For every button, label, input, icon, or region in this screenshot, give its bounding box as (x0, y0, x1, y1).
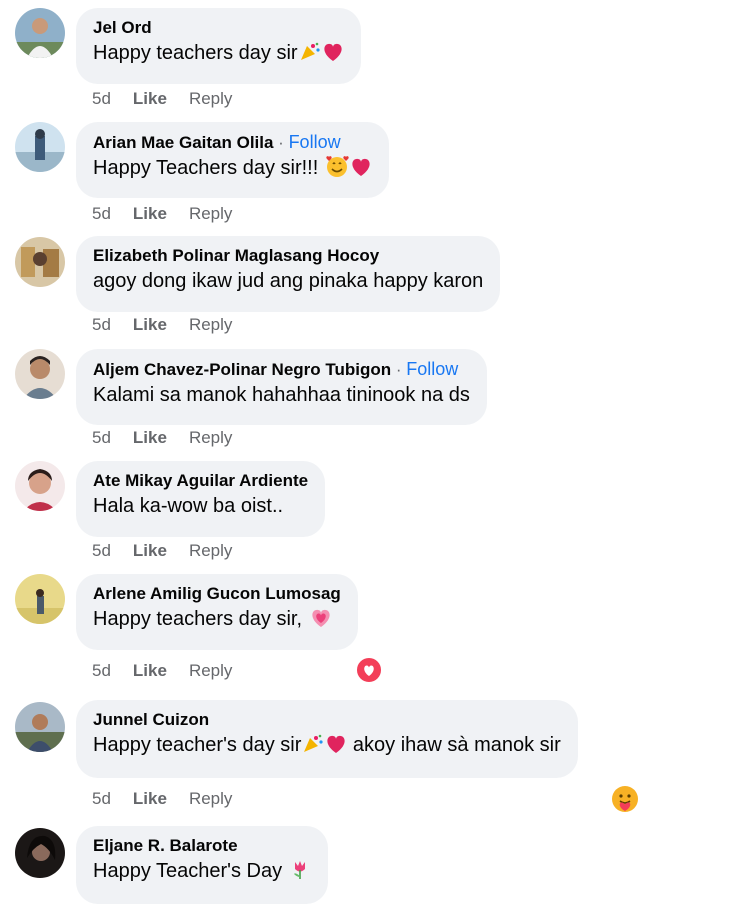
like-button[interactable]: Like (133, 789, 167, 808)
comment-bubble: Arian Mae Gaitan Olila · Follow Happy Te… (76, 122, 389, 198)
avatar[interactable] (15, 461, 65, 511)
reply-button[interactable]: Reply (189, 661, 232, 680)
comment-actions: 5d Like Reply (92, 541, 254, 561)
commenter-name[interactable]: Aljem Chavez-Polinar Negro Tubigon (93, 360, 391, 379)
comment-text: Happy Teacher's Day (93, 860, 288, 882)
comment-bubble: Ate Mikay Aguilar Ardiente Hala ka-wow b… (76, 461, 326, 537)
red-heart-icon (350, 157, 372, 185)
comment-bubble: Arlene Amilig Gucon Lumosag Happy teache… (76, 574, 358, 650)
commenter-name[interactable]: Arian Mae Gaitan Olila (93, 133, 273, 152)
comment-bubble: Junnel Cuizon Happy teacher's day sir ak… (76, 700, 578, 778)
reply-button[interactable]: Reply (189, 541, 232, 560)
comment-actions: 5d Like Reply (92, 428, 254, 448)
comment-text: Hala ka-wow ba oist.. (93, 495, 284, 517)
commenter-name[interactable]: Jel Ord (93, 18, 152, 37)
like-button[interactable]: Like (133, 428, 167, 447)
comment-time[interactable]: 5d (92, 661, 111, 680)
comment-time[interactable]: 5d (92, 315, 111, 334)
comment-bubble: Jel Ord Happy teachers day sir (76, 8, 361, 84)
comment-actions: 5d Like Reply (92, 315, 254, 335)
commenter-name[interactable]: Arlene Amilig Gucon Lumosag (93, 584, 341, 603)
commenter-name[interactable]: Elizabeth Polinar Maglasang Hocoy (93, 246, 379, 265)
reply-button[interactable]: Reply (189, 315, 232, 334)
follow-separator: · (273, 133, 289, 152)
follow-separator: · (391, 360, 407, 379)
comment-text: Happy Teachers day sir!!! (93, 157, 324, 179)
comment-text-continued: akoy ihaw sà manok sir (347, 734, 561, 756)
like-button[interactable]: Like (133, 89, 167, 108)
avatar[interactable] (15, 122, 65, 172)
comment-text: Happy teachers day sir (93, 42, 298, 64)
comment-bubble: Elizabeth Polinar Maglasang Hocoy agoy d… (76, 236, 501, 312)
comment-text: Happy teachers day sir, (93, 608, 308, 630)
reply-button[interactable]: Reply (189, 428, 232, 447)
comment-actions: 5d Like Reply (92, 89, 254, 109)
reply-button[interactable]: Reply (189, 204, 232, 223)
tulip-icon (289, 858, 311, 888)
love-reaction-icon[interactable] (355, 656, 383, 684)
red-heart-icon (325, 734, 347, 762)
comment-text: Kalami sa manok hahahhaa tininook na ds (93, 384, 470, 406)
commenter-name[interactable]: Eljane R. Balarote (93, 836, 238, 855)
avatar[interactable] (15, 8, 65, 58)
party-popper-icon (302, 734, 324, 762)
comment-actions: 5d Like Reply (92, 204, 254, 224)
avatar[interactable] (15, 237, 65, 287)
like-button[interactable]: Like (133, 315, 167, 334)
avatar[interactable] (15, 349, 65, 399)
reply-button[interactable]: Reply (189, 89, 232, 108)
follow-link[interactable]: Follow (406, 359, 458, 379)
comment-bubble: Aljem Chavez-Polinar Negro Tubigon · Fol… (76, 349, 487, 425)
comment-time[interactable]: 5d (92, 89, 111, 108)
comment-actions: 5d Like Reply (92, 661, 254, 681)
follow-link[interactable]: Follow (289, 132, 341, 152)
avatar[interactable] (15, 828, 65, 878)
comment-time[interactable]: 5d (92, 428, 111, 447)
like-button[interactable]: Like (133, 661, 167, 680)
comment-text: agoy dong ikaw jud ang pinaka happy karo… (93, 270, 484, 292)
comment-time[interactable]: 5d (92, 204, 111, 223)
smiling-face-with-hearts-icon (325, 155, 349, 185)
commenter-name[interactable]: Ate Mikay Aguilar Ardiente (93, 471, 308, 490)
growing-heart-icon (309, 608, 333, 636)
comment-text: Happy teacher's day sir (93, 734, 302, 756)
party-popper-icon (299, 42, 321, 70)
comment-bubble: Eljane R. Balarote Happy Teacher's Day (76, 826, 328, 904)
comment-time[interactable]: 5d (92, 541, 111, 560)
like-button[interactable]: Like (133, 204, 167, 223)
like-button[interactable]: Like (133, 541, 167, 560)
avatar[interactable] (15, 702, 65, 752)
comment-actions: 5d Like Reply (92, 789, 254, 809)
comment-time[interactable]: 5d (92, 789, 111, 808)
commenter-name[interactable]: Junnel Cuizon (93, 710, 209, 729)
avatar[interactable] (15, 574, 65, 624)
care-reaction-icon[interactable] (610, 784, 638, 812)
red-heart-icon (322, 42, 344, 70)
reply-button[interactable]: Reply (189, 789, 232, 808)
